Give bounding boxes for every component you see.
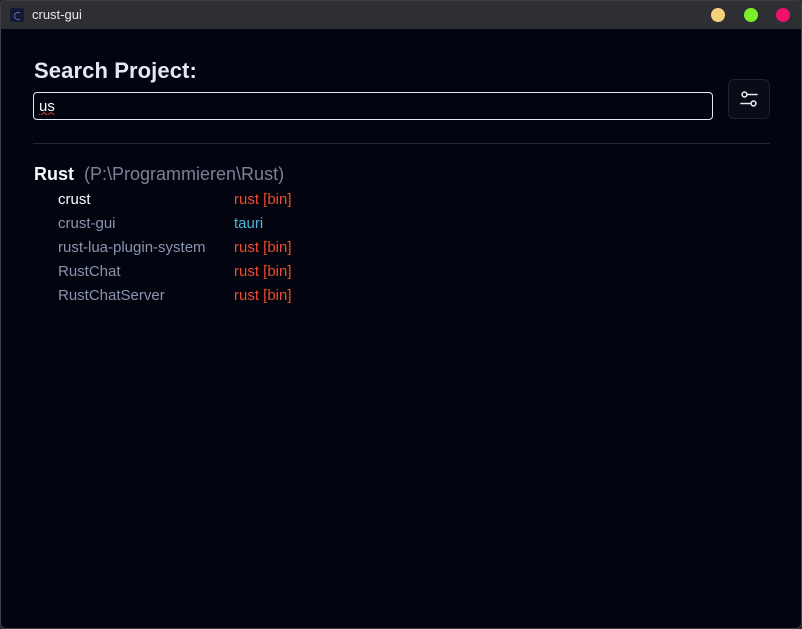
project-type: rust [bin]	[234, 263, 292, 280]
window-title: crust-gui	[32, 7, 82, 22]
close-button[interactable]	[776, 8, 790, 22]
project-name: RustChatServer	[58, 287, 165, 304]
title-bar[interactable]: crust-gui	[1, 1, 801, 29]
filter-button[interactable]	[728, 79, 770, 119]
list-item[interactable]: rust-lua-plugin-system rust [bin]	[58, 237, 358, 259]
minimize-button[interactable]	[711, 8, 725, 22]
project-name: RustChat	[58, 263, 121, 280]
maximize-button[interactable]	[744, 8, 758, 22]
group-name: Rust	[34, 164, 74, 184]
project-name: crust	[58, 191, 91, 208]
app-window: crust-gui Search Project: Rust (P:\Progr…	[0, 0, 802, 629]
list-item[interactable]: crust-gui tauri	[58, 213, 358, 235]
project-type: rust [bin]	[234, 287, 292, 304]
group-path: (P:\Programmieren\Rust)	[84, 164, 285, 184]
sliders-icon	[740, 91, 758, 107]
project-type: rust [bin]	[234, 191, 292, 208]
list-item[interactable]: crust rust [bin]	[58, 189, 358, 211]
search-heading: Search Project:	[34, 58, 197, 83]
app-icon	[10, 8, 24, 22]
list-item[interactable]: RustChatServer rust [bin]	[58, 285, 358, 307]
project-type: tauri	[234, 215, 264, 232]
project-name: rust-lua-plugin-system	[58, 239, 206, 256]
search-input[interactable]	[33, 92, 713, 120]
list-item[interactable]: RustChat rust [bin]	[58, 261, 358, 283]
project-group-header: Rust (P:\Programmieren\Rust)	[34, 164, 284, 185]
project-type: rust [bin]	[234, 239, 292, 256]
project-name: crust-gui	[58, 215, 116, 232]
divider	[33, 143, 770, 144]
